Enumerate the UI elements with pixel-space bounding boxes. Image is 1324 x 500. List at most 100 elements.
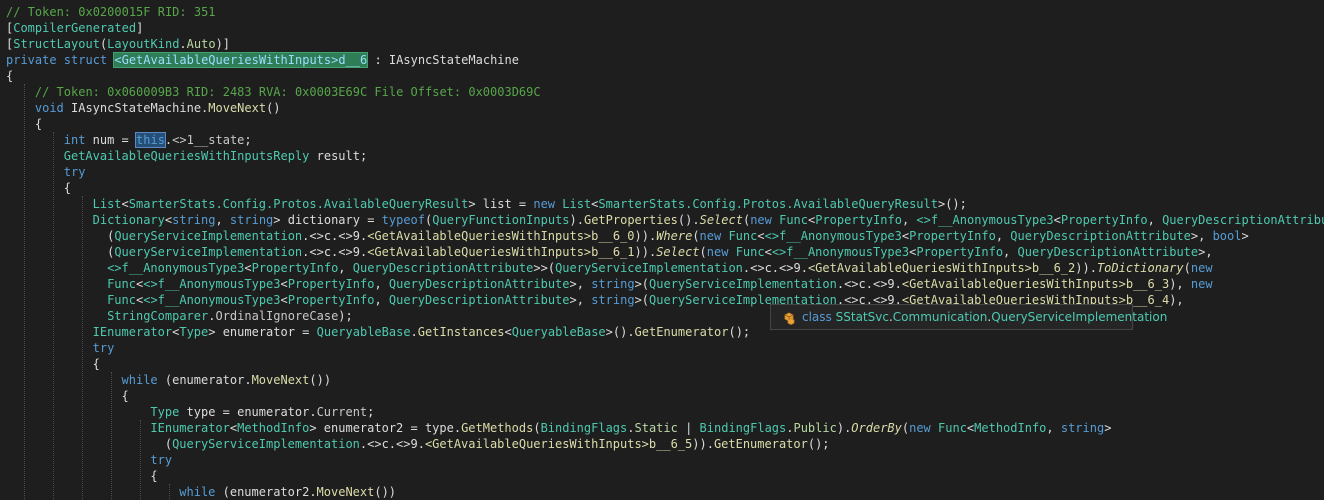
code-line[interactable]: GetAvailableQueriesWithInputsReply resul… — [64, 148, 367, 164]
code-token: Public — [793, 421, 837, 435]
code-line[interactable]: while (enumerator.MoveNext()) — [122, 372, 332, 388]
code-token: QueryDescriptionAttribute — [388, 277, 570, 291]
code-line[interactable]: { — [35, 116, 42, 132]
code-line[interactable]: [CompilerGenerated] — [6, 20, 143, 36]
code-token: < — [1053, 213, 1061, 227]
code-token: < — [280, 277, 288, 291]
selected-identifier: <GetAvailableQueriesWithInputs>d__6 — [113, 52, 369, 68]
code-token: typeof — [381, 213, 426, 227]
code-token: >, — [569, 277, 592, 291]
code-line[interactable]: // Token: 0x060009B3 RID: 2483 RVA: 0x00… — [35, 84, 541, 100]
code-editor[interactable]: // Token: 0x0200015F RID: 351 [CompilerGe… — [0, 0, 1324, 500]
code-token: .<>c.<>9. — [836, 277, 902, 291]
code-line[interactable]: int num = this.<>1__state; — [64, 132, 252, 148]
code-line[interactable]: IEnumerator < Type> enumerator = Queryable… — [93, 324, 751, 340]
code-token: )). — [634, 245, 657, 259]
code-line[interactable]: { — [122, 388, 129, 404]
code-token: , — [995, 229, 1011, 243]
code-line[interactable]: IEnumerator<MethodInfo> enumerator2 = ty… — [150, 420, 1111, 436]
code-token: string — [591, 277, 635, 291]
code-token: ] — [136, 21, 144, 35]
code-token: >( — [634, 277, 650, 291]
code-token: PropertyInfo — [251, 261, 339, 275]
code-token: string — [229, 213, 274, 227]
code-token: > enumerator2 = type. — [309, 421, 462, 435]
code-line[interactable]: void IAsyncStateMachine.MoveNext() — [35, 100, 281, 116]
code-line[interactable]: { — [64, 180, 71, 196]
code-token: , — [338, 261, 353, 275]
code-token: ( — [699, 245, 707, 259]
code-token: (). — [677, 213, 700, 227]
code-token: )] — [215, 37, 231, 51]
code-token: Auto — [186, 37, 216, 51]
code-token: QueryableBase — [316, 325, 411, 339]
code-line[interactable]: { — [6, 68, 13, 84]
code-token: Func — [107, 277, 136, 291]
code-token: ). — [836, 421, 852, 435]
code-token: <GetAvailableQueriesWithInputs>b__6_1 — [367, 245, 635, 259]
code-token: >(); — [937, 197, 967, 211]
code-token: <>f__AnonymousType3 — [107, 261, 245, 275]
code-token: Func — [938, 421, 967, 435]
code-line[interactable]: (QueryServiceImplementation.<>c.<>9.<Get… — [107, 228, 1249, 244]
code-token: , — [215, 213, 230, 227]
code-line[interactable]: // Token: 0x0200015F RID: 351 — [6, 4, 216, 20]
code-token: < — [244, 261, 252, 275]
code-line[interactable]: Type type = enumerator.Current; — [150, 404, 374, 420]
code-token: <GetAvailableQueriesWithInputs>b__6_3 — [901, 277, 1170, 291]
code-token: () — [266, 101, 281, 115]
code-token: .<>c.<>9. — [302, 229, 368, 243]
code-token: LayoutKind — [107, 37, 180, 51]
code-token: > list = — [468, 197, 534, 211]
code-line[interactable]: try — [64, 164, 86, 180]
code-line[interactable]: private struct <GetAvailableQueriesWithI… — [6, 52, 519, 68]
code-line[interactable]: Dictionary<string, string> dictionary = … — [93, 212, 1324, 228]
code-token: List — [562, 197, 592, 211]
code-token: QueryServiceImplementation — [555, 261, 743, 275]
code-token: < — [280, 293, 288, 307]
code-line[interactable]: while (enumerator2.MoveNext()) — [179, 484, 396, 500]
code-token: , — [1147, 213, 1163, 227]
code-token: <GetAvailableQueriesWithInputs>b__6_0 — [367, 229, 635, 243]
code-line[interactable]: { — [150, 468, 157, 484]
code-token: bool — [1212, 229, 1242, 243]
code-token: while — [121, 373, 165, 387]
code-token: PropertyInfo — [909, 229, 996, 243]
code-token: SmarterStats.Config.Protos.AvailableQuer… — [128, 197, 469, 211]
code-token: ToDictionary — [1096, 261, 1184, 275]
code-token: Select — [656, 245, 700, 259]
code-token: IAsyncStateMachine. — [71, 101, 209, 115]
code-line[interactable]: StringComparer.OrdinalIgnoreCase); — [107, 308, 353, 324]
code-token: private struct — [6, 53, 115, 67]
tooltip-type-name: QueryServiceImplementation — [991, 310, 1168, 324]
code-line[interactable]: (QueryServiceImplementation.<>c.<>9.<Get… — [165, 436, 830, 452]
code-line[interactable]: try — [150, 452, 172, 468]
code-token: QueryDescriptionAttribute — [352, 261, 534, 275]
code-token: .<>c.<>9. — [359, 437, 425, 451]
code-line[interactable]: List<SmarterStats.Config.Protos.Availabl… — [93, 196, 967, 212]
code-token: (); — [807, 437, 830, 451]
code-line[interactable]: (QueryServiceImplementation.<>c.<>9.<Get… — [107, 244, 1213, 260]
code-token: SmarterStats.Config.Protos.AvailableQuer… — [598, 197, 938, 211]
code-token: while — [179, 485, 223, 499]
code-token: { — [63, 181, 71, 195]
code-token: Dictionary — [92, 213, 165, 227]
code-token: try — [63, 165, 86, 179]
code-token: Func — [779, 213, 808, 227]
code-token: Type — [150, 405, 180, 419]
code-line[interactable]: [StructLayout(LayoutKind.Auto)] — [6, 36, 230, 52]
code-token: . — [410, 325, 418, 339]
code-token: QueryServiceImplementation — [114, 229, 303, 243]
code-line[interactable]: try — [93, 340, 115, 356]
code-token: QueryDescriptionAttribute — [1017, 245, 1199, 259]
code-token: ; — [367, 405, 375, 419]
code-token: : IAsyncStateMachine — [367, 53, 519, 67]
code-token: , — [1003, 245, 1018, 259]
code-line[interactable]: { — [93, 356, 100, 372]
code-line[interactable]: <>f__AnonymousType3<PropertyInfo, QueryD… — [107, 260, 1212, 276]
code-token: result; — [309, 149, 368, 163]
code-line[interactable]: Func<<>f__AnonymousType3<PropertyInfo, Q… — [107, 276, 1213, 292]
code-token: Current — [316, 405, 368, 419]
code-token: >>( — [533, 261, 556, 275]
code-token: >( — [634, 293, 650, 307]
